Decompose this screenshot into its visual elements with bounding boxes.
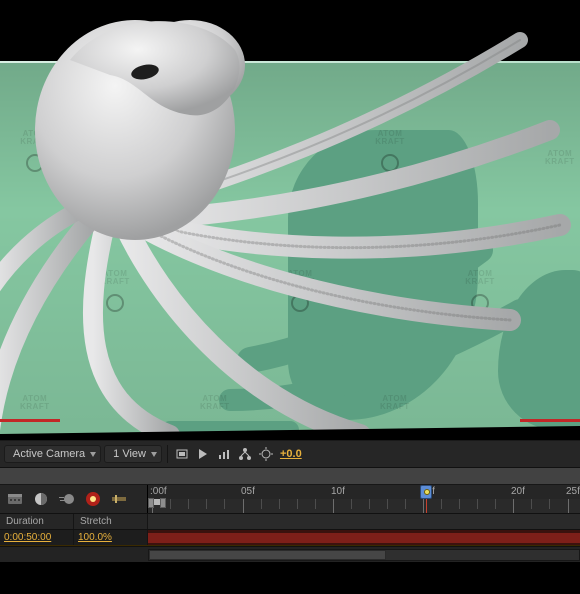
- timeline-panel: :00f 05f 10f 15f 20f 25f: [0, 484, 580, 562]
- time-navigator-track[interactable]: [148, 549, 580, 561]
- tick-marks: [148, 499, 580, 513]
- toggle-pixel-aspect-icon[interactable]: [173, 445, 191, 463]
- flowchart-icon[interactable]: [236, 445, 254, 463]
- column-headers-row: Duration Stretch: [0, 514, 580, 530]
- layer-bar[interactable]: [148, 533, 580, 543]
- camera-dropdown-label: Active Camera: [13, 448, 85, 460]
- time-navigator-thumb[interactable]: [149, 550, 386, 560]
- motion-blur-icon[interactable]: [56, 488, 78, 510]
- camera-dropdown[interactable]: Active Camera: [4, 445, 101, 463]
- timeline-chart-icon[interactable]: [215, 445, 233, 463]
- frame-blend-icon[interactable]: [30, 488, 52, 510]
- time-ruler[interactable]: :00f 05f 10f 15f 20f 25f: [148, 485, 580, 513]
- reset-exposure-icon[interactable]: [257, 445, 275, 463]
- cti-line: [426, 499, 427, 513]
- duration-header: Duration: [0, 514, 74, 529]
- duration-value[interactable]: 0:00:50:00: [0, 530, 74, 545]
- track-gutter: [148, 514, 580, 529]
- brainstorm-icon[interactable]: [82, 488, 104, 510]
- chevron-down-icon: [90, 452, 96, 457]
- current-time-indicator[interactable]: [426, 485, 438, 499]
- separator: [167, 445, 168, 463]
- chevron-down-icon: [151, 452, 157, 457]
- views-dropdown-label: 1 View: [113, 448, 146, 460]
- stretch-value[interactable]: 100.0%: [74, 530, 148, 545]
- shy-layers-icon[interactable]: [4, 488, 26, 510]
- stretch-header: Stretch: [74, 514, 148, 529]
- panel-gap: [0, 468, 580, 484]
- time-navigator: [0, 546, 580, 562]
- guide-line-left: [0, 419, 60, 422]
- composition-viewport[interactable]: ATOMKRAFT ATOMKRAFT ATOMKRAFT ATOMKRAFT …: [0, 0, 580, 440]
- exposure-value[interactable]: +0.0: [278, 448, 304, 460]
- auto-keyframe-icon[interactable]: [108, 488, 130, 510]
- fast-preview-icon[interactable]: [194, 445, 212, 463]
- work-area-bar[interactable]: [148, 499, 166, 505]
- time-ruler-labels: :00f 05f 10f 15f 20f 25f: [148, 485, 580, 499]
- guide-line-right: [520, 419, 580, 422]
- layer-track[interactable]: [148, 530, 580, 545]
- timeline-header: :00f 05f 10f 15f 20f 25f: [0, 484, 580, 514]
- timeline-toolbar: [0, 485, 148, 513]
- cti-head-icon: [420, 485, 432, 499]
- layer-row[interactable]: 0:00:50:00 100.0%: [0, 530, 580, 546]
- views-dropdown[interactable]: 1 View: [104, 445, 162, 463]
- viewer-toolbar: Active Camera 1 View +0.0: [0, 440, 580, 468]
